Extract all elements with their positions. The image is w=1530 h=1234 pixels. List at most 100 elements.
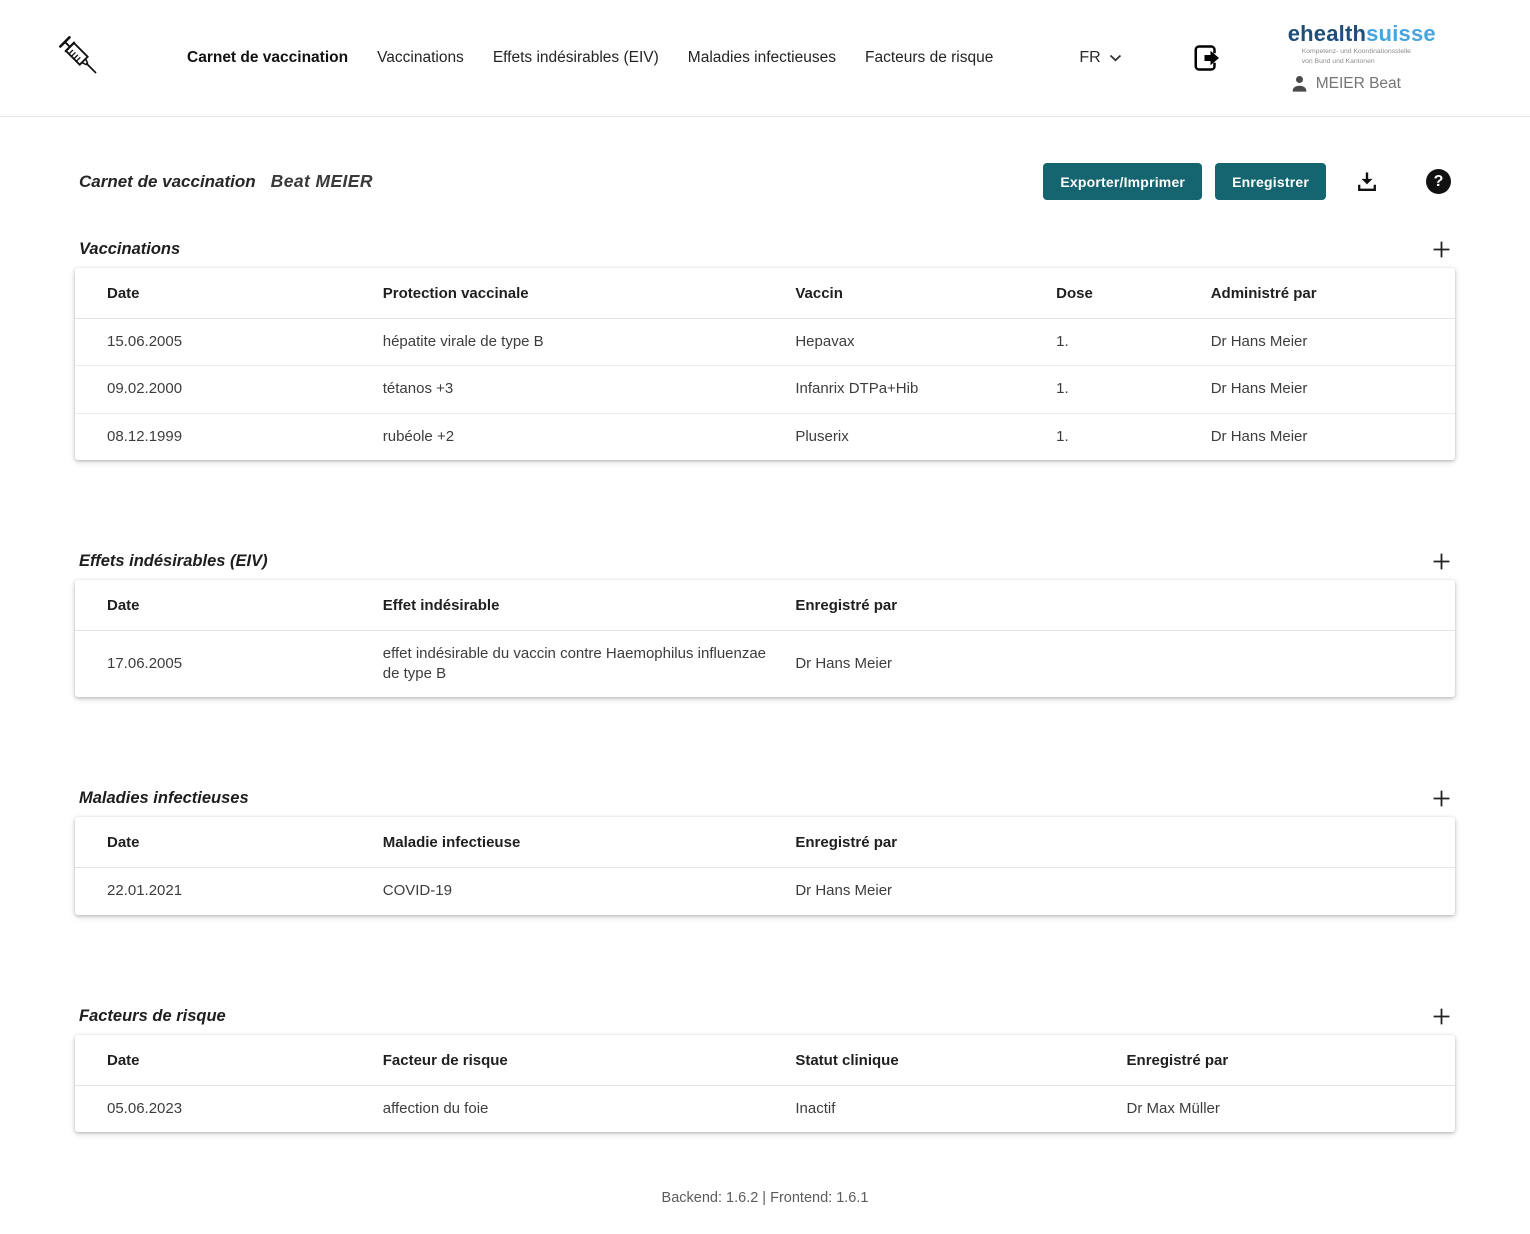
col-date: Date xyxy=(75,817,383,868)
app-header: Carnet de vaccination Vaccinations Effet… xyxy=(0,0,1530,117)
cell-enregistre-par: Dr Hans Meier xyxy=(795,868,1455,915)
cell-protection: tétanos +3 xyxy=(383,366,796,413)
table-row[interactable]: 09.02.2000 tétanos +3 Infanrix DTPa+Hib … xyxy=(75,366,1455,413)
main-nav: Carnet de vaccination Vaccinations Effet… xyxy=(187,49,993,67)
plus-icon xyxy=(1432,247,1451,262)
cell-date: 05.06.2023 xyxy=(75,1085,383,1132)
table-row[interactable]: 15.06.2005 hépatite virale de type B Hep… xyxy=(75,319,1455,366)
cell-maladie: COVID-19 xyxy=(383,868,796,915)
col-vaccin: Vaccin xyxy=(795,268,1056,319)
table-row[interactable]: 08.12.1999 rubéole +2 Pluserix 1. Dr Han… xyxy=(75,413,1455,460)
syringe-icon xyxy=(55,25,107,91)
cell-date: 09.02.2000 xyxy=(75,366,383,413)
col-date: Date xyxy=(75,268,383,319)
brand-block: ehealthsuisse Kompetenz- und Koordinatio… xyxy=(1288,23,1436,93)
cell-protection: rubéole +2 xyxy=(383,413,796,460)
add-vaccination-button[interactable] xyxy=(1428,240,1455,259)
col-statut-clinique: Statut clinique xyxy=(795,1035,1126,1086)
language-value: FR xyxy=(1079,49,1100,67)
cell-statut: Inactif xyxy=(795,1085,1126,1132)
table-row[interactable]: 17.06.2005 effet indésirable du vaccin c… xyxy=(75,630,1455,697)
cell-vaccin: Pluserix xyxy=(795,413,1056,460)
brand-subline-1: Kompetenz- und Koordinationsstelle xyxy=(1302,47,1436,57)
facteurs-table: Date Facteur de risque Statut clinique E… xyxy=(75,1035,1455,1132)
table-header-row: Date Maladie infectieuse Enregistré par xyxy=(75,817,1455,868)
section-head: Facteurs de risque xyxy=(75,1007,1455,1026)
cell-date: 08.12.1999 xyxy=(75,413,383,460)
patient-name: Beat MEIER xyxy=(271,171,373,192)
vaccinations-table: Date Protection vaccinale Vaccin Dose Ad… xyxy=(75,268,1455,460)
brand-subline: Kompetenz- und Koordinationsstelle von B… xyxy=(1288,47,1436,66)
cell-facteur: affection du foie xyxy=(383,1085,796,1132)
cell-administre-par: Dr Hans Meier xyxy=(1211,413,1455,460)
brand-logo-part2: suisse xyxy=(1366,21,1436,46)
save-button[interactable]: Enregistrer xyxy=(1215,163,1326,200)
download-button[interactable] xyxy=(1354,169,1380,195)
export-print-button[interactable]: Exporter/Imprimer xyxy=(1043,163,1202,200)
user-name: MEIER Beat xyxy=(1316,75,1401,93)
cell-enregistre-par: Dr Max Müller xyxy=(1127,1085,1455,1132)
section-head: Maladies infectieuses xyxy=(75,789,1455,808)
table-header-row: Date Protection vaccinale Vaccin Dose Ad… xyxy=(75,268,1455,319)
section-vaccinations: Vaccinations Date Protection vaccinale V… xyxy=(75,240,1455,460)
cell-effet: effet indésirable du vaccin contre Haemo… xyxy=(383,630,796,697)
col-enregistre-par: Enregistré par xyxy=(795,580,1455,631)
title-row: Carnet de vaccination Beat MEIER Exporte… xyxy=(75,163,1455,200)
language-selector[interactable]: FR xyxy=(1079,49,1121,67)
nav-vaccinations[interactable]: Vaccinations xyxy=(377,49,464,67)
col-dose: Dose xyxy=(1056,268,1211,319)
help-button[interactable]: ? xyxy=(1426,169,1451,194)
nav-facteurs-de-risque[interactable]: Facteurs de risque xyxy=(865,49,993,67)
col-date: Date xyxy=(75,1035,383,1086)
facteurs-table-card: Date Facteur de risque Statut clinique E… xyxy=(75,1035,1455,1132)
section-head: Vaccinations xyxy=(75,240,1455,259)
user-chip: MEIER Beat xyxy=(1288,74,1436,93)
cell-enregistre-par: Dr Hans Meier xyxy=(795,630,1455,697)
plus-icon xyxy=(1432,559,1451,574)
cell-dose: 1. xyxy=(1056,366,1211,413)
cell-dose: 1. xyxy=(1056,413,1211,460)
title-left: Carnet de vaccination Beat MEIER xyxy=(75,171,373,192)
nav-maladies-infectieuses[interactable]: Maladies infectieuses xyxy=(688,49,836,67)
nav-effets-indesirables[interactable]: Effets indésirables (EIV) xyxy=(493,49,659,67)
col-enregistre-par: Enregistré par xyxy=(795,817,1455,868)
table-row[interactable]: 05.06.2023 affection du foie Inactif Dr … xyxy=(75,1085,1455,1132)
section-title: Effets indésirables (EIV) xyxy=(79,552,268,571)
col-maladie-infectieuse: Maladie infectieuse xyxy=(383,817,796,868)
page-title: Carnet de vaccination xyxy=(79,172,256,192)
title-actions: Exporter/Imprimer Enregistrer ? xyxy=(1043,163,1455,200)
col-effet-indesirable: Effet indésirable xyxy=(383,580,796,631)
section-effets-indesirables: Effets indésirables (EIV) Date Effet ind… xyxy=(75,552,1455,698)
logout-icon xyxy=(1192,61,1222,76)
col-date: Date xyxy=(75,580,383,631)
cell-administre-par: Dr Hans Meier xyxy=(1211,319,1455,366)
table-row[interactable]: 22.01.2021 COVID-19 Dr Hans Meier xyxy=(75,868,1455,915)
person-icon xyxy=(1290,74,1309,93)
add-effet-indesirable-button[interactable] xyxy=(1428,552,1455,571)
download-icon xyxy=(1354,183,1380,198)
maladies-table: Date Maladie infectieuse Enregistré par … xyxy=(75,817,1455,914)
cell-vaccin: Hepavax xyxy=(795,319,1056,366)
logout-button[interactable] xyxy=(1192,43,1222,73)
nav-carnet-de-vaccination[interactable]: Carnet de vaccination xyxy=(187,49,348,67)
vaccinations-table-card: Date Protection vaccinale Vaccin Dose Ad… xyxy=(75,268,1455,460)
cell-dose: 1. xyxy=(1056,319,1211,366)
brand-subline-2: von Bund und Kantonen xyxy=(1302,57,1436,67)
effets-table: Date Effet indésirable Enregistré par 17… xyxy=(75,580,1455,698)
table-header-row: Date Facteur de risque Statut clinique E… xyxy=(75,1035,1455,1086)
cell-date: 15.06.2005 xyxy=(75,319,383,366)
cell-date: 17.06.2005 xyxy=(75,630,383,697)
section-title: Facteurs de risque xyxy=(79,1007,226,1026)
cell-protection: hépatite virale de type B xyxy=(383,319,796,366)
add-maladie-button[interactable] xyxy=(1428,789,1455,808)
section-head: Effets indésirables (EIV) xyxy=(75,552,1455,571)
col-enregistre-par: Enregistré par xyxy=(1127,1035,1455,1086)
effets-table-card: Date Effet indésirable Enregistré par 17… xyxy=(75,580,1455,698)
brand-logo: ehealthsuisse xyxy=(1288,23,1436,45)
version-footer: Backend: 1.6.2 | Frontend: 1.6.1 xyxy=(75,1190,1455,1234)
add-facteur-button[interactable] xyxy=(1428,1007,1455,1026)
table-header-row: Date Effet indésirable Enregistré par xyxy=(75,580,1455,631)
col-administre-par: Administré par xyxy=(1211,268,1455,319)
section-facteurs-de-risque: Facteurs de risque Date Facteur de risqu… xyxy=(75,1007,1455,1132)
section-title: Vaccinations xyxy=(79,240,180,259)
